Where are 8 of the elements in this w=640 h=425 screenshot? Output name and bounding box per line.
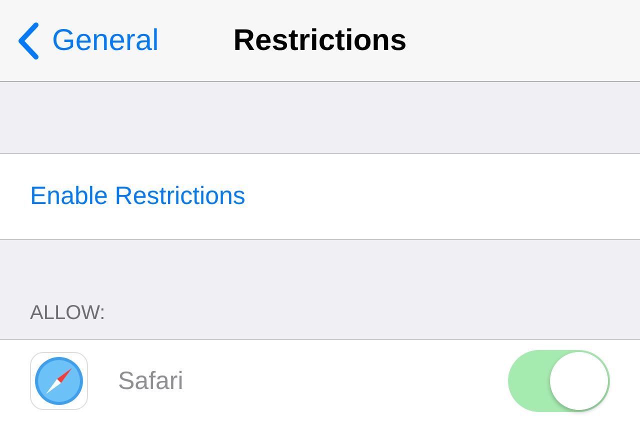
page-title: Restrictions	[233, 24, 407, 58]
section-header: ALLOW:	[30, 302, 106, 325]
back-chevron-icon	[16, 22, 40, 60]
compass-icon	[30, 352, 88, 410]
back-button[interactable]: General	[0, 22, 159, 60]
enable-restrictions-link[interactable]: Enable Restrictions	[30, 182, 246, 211]
setting-label: Safari	[118, 366, 184, 396]
enable-restrictions-row[interactable]: Enable Restrictions	[0, 153, 640, 240]
